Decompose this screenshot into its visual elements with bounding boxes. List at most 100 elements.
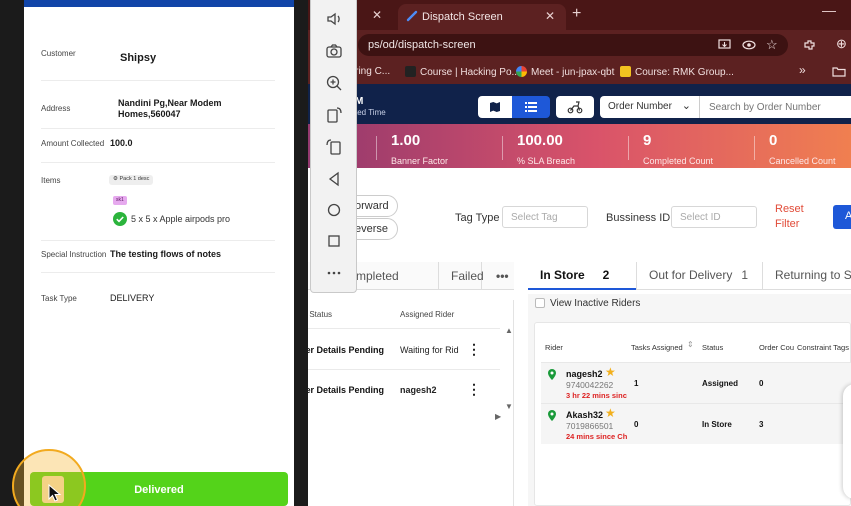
bookmark-item[interactable]: Course: RMK Group... xyxy=(620,66,734,78)
scroll-up-icon[interactable]: ▲ xyxy=(505,326,513,335)
zoom-in-icon[interactable] xyxy=(325,74,343,92)
divider xyxy=(754,136,755,160)
pack-badge: ⚙ Pack 1 desc xyxy=(109,175,154,185)
rider-status: Assigned xyxy=(702,379,739,388)
overview-icon[interactable] xyxy=(325,232,343,250)
tab-completed[interactable]: mpleted xyxy=(356,262,399,290)
stat-label-cancelled: Cancelled Count xyxy=(769,156,836,166)
rider-since: 24 mins since Ch xyxy=(566,432,628,441)
table-row[interactable]: der Details Pending Waiting for Rid ⋮ xyxy=(300,328,500,368)
chevron-down-icon: ⌄ xyxy=(681,100,691,112)
column-assigned-rider: Assigned Rider xyxy=(400,310,455,319)
divider xyxy=(41,162,275,163)
tag-select[interactable]: Select Tag xyxy=(502,206,588,228)
stat-value-completed: 9 xyxy=(643,132,652,149)
reset-filter-link[interactable]: Reset Filter xyxy=(775,202,804,232)
rider-since: 3 hr 22 mins sinc xyxy=(566,391,627,400)
items-label: Items xyxy=(41,176,61,185)
address-value: Nandini Pg,Near Modem Homes,560047 xyxy=(118,98,222,119)
tab-returning-to-store[interactable]: Returning to St xyxy=(775,268,851,282)
table-row[interactable]: Akash32 ★ 7019866501 24 mins since Ch 0 … xyxy=(541,403,851,444)
close-tab-icon[interactable]: ✕ xyxy=(372,8,382,22)
divider xyxy=(502,136,503,160)
view-inactive-checkbox[interactable] xyxy=(535,298,545,308)
tab-dispatch-screen[interactable]: Dispatch Screen ✕ xyxy=(398,4,566,30)
rider-status: In Store xyxy=(702,420,732,429)
stat-value-sla-breach: 100.00 xyxy=(517,132,563,149)
order-status: der Details Pending xyxy=(300,385,385,395)
customer-value: Shipsy xyxy=(120,52,157,64)
mouse-cursor-icon xyxy=(48,484,62,502)
order-count: 3 xyxy=(759,420,764,429)
table-row[interactable]: der Details Pending nagesh2 ⋮ xyxy=(300,369,500,409)
url-field[interactable]: ps/od/dispatch-screen ☆ xyxy=(358,34,788,56)
bookmark-star-icon[interactable]: ☆ xyxy=(766,37,778,53)
task-type-value: DELIVERY xyxy=(110,293,155,303)
row-menu-icon[interactable]: ⋮ xyxy=(467,381,481,398)
tab-out-for-delivery[interactable]: Out for Delivery 1 xyxy=(649,268,748,282)
divider xyxy=(636,262,637,290)
view-inactive-label: View Inactive Riders xyxy=(550,298,641,309)
app-brand-subtitle: ted Time xyxy=(355,108,386,117)
row-menu-icon[interactable]: ⋮ xyxy=(467,341,481,358)
phone-app-bar xyxy=(24,0,294,7)
more-options-icon[interactable] xyxy=(325,264,343,282)
assigned-rider: nagesh2 xyxy=(400,385,437,395)
more-bookmarks-icon[interactable]: » xyxy=(799,63,806,77)
back-icon[interactable] xyxy=(325,170,343,188)
order-count: 0 xyxy=(759,379,764,388)
scroll-right-icon[interactable]: ▶ xyxy=(495,412,501,421)
list-icon xyxy=(525,102,537,112)
column-status: Status xyxy=(702,343,724,352)
profile-icon[interactable]: ⊕ xyxy=(836,36,847,52)
amount-collected-label: Amount Collected xyxy=(41,139,105,148)
extensions-icon[interactable] xyxy=(803,39,816,52)
scroll-down-icon[interactable]: ▼ xyxy=(505,402,513,411)
tab-in-store[interactable]: In Store 2 xyxy=(540,268,609,282)
order-search-input[interactable] xyxy=(700,96,851,118)
eye-icon[interactable] xyxy=(742,40,756,50)
check-circle-icon xyxy=(113,212,127,226)
rider-filter-button[interactable] xyxy=(556,96,594,118)
more-tabs-icon[interactable]: ••• xyxy=(496,262,509,290)
google-meet-icon xyxy=(516,66,527,77)
side-panel-card[interactable] xyxy=(843,384,851,499)
tab-failed[interactable]: Failed xyxy=(451,262,484,290)
map-view-button[interactable] xyxy=(478,96,512,118)
column-order-count: Order Cou xyxy=(759,343,795,352)
divider xyxy=(41,272,275,273)
url-text: ps/od/dispatch-screen xyxy=(368,39,476,51)
business-id-select[interactable]: Select ID xyxy=(671,206,757,228)
install-app-icon[interactable] xyxy=(718,39,731,51)
list-view-button[interactable] xyxy=(512,96,550,118)
divider xyxy=(628,136,629,160)
rotate-left-icon[interactable] xyxy=(325,106,343,124)
divider xyxy=(41,80,275,81)
rider-phone: 7019866501 xyxy=(566,421,614,431)
apply-filter-button[interactable]: A xyxy=(833,205,851,229)
rider-phone: 9740042262 xyxy=(566,380,614,390)
bookmark-item[interactable]: Course | Hacking Po... xyxy=(405,66,520,78)
stat-value-banner-factor: 1.00 xyxy=(391,132,421,149)
table-row[interactable]: nagesh2 ★ 9740042262 3 hr 22 mins sinc 1… xyxy=(541,362,851,403)
folder-icon[interactable] xyxy=(832,66,846,77)
star-icon: ★ xyxy=(605,406,616,420)
search-type-select[interactable]: Order Number ⌄ xyxy=(600,96,700,118)
new-tab-icon[interactable]: + xyxy=(572,5,581,23)
rider-name: Akash32 xyxy=(566,410,604,420)
rotate-right-icon[interactable] xyxy=(325,138,343,156)
home-icon[interactable] xyxy=(325,201,343,219)
column-rider: Rider xyxy=(545,343,563,352)
camera-icon[interactable] xyxy=(325,42,343,60)
minimize-window-icon[interactable]: — xyxy=(822,2,836,18)
bookmark-item[interactable]: Meet - jun-jpax-qbt xyxy=(516,66,614,78)
tab-title: Dispatch Screen xyxy=(422,11,503,23)
stat-label-banner-factor: Banner Factor xyxy=(391,156,449,166)
column-tasks-assigned: Tasks Assigned xyxy=(631,343,683,352)
sort-icon[interactable]: ⇕ xyxy=(687,340,694,349)
divider xyxy=(376,136,377,160)
amount-collected-value: 100.0 xyxy=(110,138,133,148)
close-tab-icon[interactable]: ✕ xyxy=(545,9,555,23)
rider-name: nagesh2 xyxy=(566,369,603,379)
volume-icon[interactable] xyxy=(325,10,343,28)
